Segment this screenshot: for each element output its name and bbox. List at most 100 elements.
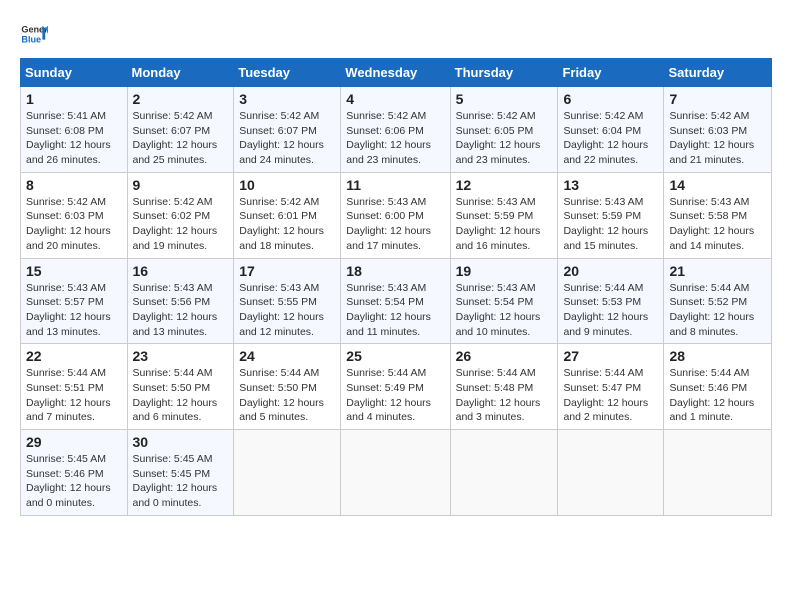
day-number: 11: [346, 177, 444, 193]
day-number: 22: [26, 348, 122, 364]
weekday-header-wednesday: Wednesday: [341, 59, 450, 87]
calendar-cell: 6 Sunrise: 5:42 AMSunset: 6:04 PMDaylight…: [558, 87, 664, 173]
calendar-cell: 8 Sunrise: 5:42 AMSunset: 6:03 PMDaylight…: [21, 172, 128, 258]
day-number: 23: [133, 348, 229, 364]
day-number: 27: [563, 348, 658, 364]
day-info: Sunrise: 5:43 AMSunset: 5:59 PMDaylight:…: [456, 195, 553, 254]
weekday-header-tuesday: Tuesday: [234, 59, 341, 87]
logo: General Blue: [20, 20, 48, 48]
day-info: Sunrise: 5:44 AMSunset: 5:50 PMDaylight:…: [133, 366, 229, 425]
day-info: Sunrise: 5:43 AMSunset: 5:55 PMDaylight:…: [239, 281, 335, 340]
day-number: 13: [563, 177, 658, 193]
day-number: 16: [133, 263, 229, 279]
day-info: Sunrise: 5:43 AMSunset: 5:57 PMDaylight:…: [26, 281, 122, 340]
calendar-week-row: 15 Sunrise: 5:43 AMSunset: 5:57 PMDayligh…: [21, 258, 772, 344]
day-info: Sunrise: 5:42 AMSunset: 6:02 PMDaylight:…: [133, 195, 229, 254]
weekday-header-row: SundayMondayTuesdayWednesdayThursdayFrid…: [21, 59, 772, 87]
calendar-cell: 22Sunrise: 5:44 AMSunset: 5:51 PMDayligh…: [21, 344, 128, 430]
day-number: 9: [133, 177, 229, 193]
calendar-cell: 30 Sunrise: 5:45 AMSunset: 5:45 PMDayligh…: [127, 430, 234, 516]
day-info: Sunrise: 5:42 AMSunset: 6:03 PMDaylight:…: [26, 195, 122, 254]
calendar-cell: 25 Sunrise: 5:44 AMSunset: 5:49 PMDayligh…: [341, 344, 450, 430]
day-info: Sunrise: 5:43 AMSunset: 5:54 PMDaylight:…: [346, 281, 444, 340]
calendar-cell: 5 Sunrise: 5:42 AMSunset: 6:05 PMDaylight…: [450, 87, 558, 173]
day-number: 21: [669, 263, 766, 279]
day-info: Sunrise: 5:42 AMSunset: 6:05 PMDaylight:…: [456, 109, 553, 168]
calendar-cell: 4Sunrise: 5:42 AMSunset: 6:06 PMDaylight…: [341, 87, 450, 173]
day-number: 6: [563, 91, 658, 107]
day-number: 17: [239, 263, 335, 279]
calendar-cell: 27 Sunrise: 5:44 AMSunset: 5:47 PMDayligh…: [558, 344, 664, 430]
logo-icon: General Blue: [20, 20, 48, 48]
calendar-week-row: 29 Sunrise: 5:45 AMSunset: 5:46 PMDayligh…: [21, 430, 772, 516]
svg-text:Blue: Blue: [21, 34, 41, 44]
weekday-header-monday: Monday: [127, 59, 234, 87]
calendar-cell: 13 Sunrise: 5:43 AMSunset: 5:59 PMDayligh…: [558, 172, 664, 258]
calendar-cell: 28 Sunrise: 5:44 AMSunset: 5:46 PMDayligh…: [664, 344, 772, 430]
day-info: Sunrise: 5:43 AMSunset: 5:54 PMDaylight:…: [456, 281, 553, 340]
day-number: 2: [133, 91, 229, 107]
day-info: Sunrise: 5:45 AMSunset: 5:45 PMDaylight:…: [133, 452, 229, 511]
day-number: 10: [239, 177, 335, 193]
day-info: Sunrise: 5:44 AMSunset: 5:52 PMDaylight:…: [669, 281, 766, 340]
day-info: Sunrise: 5:45 AMSunset: 5:46 PMDaylight:…: [26, 452, 122, 511]
calendar-cell: 11 Sunrise: 5:43 AMSunset: 6:00 PMDayligh…: [341, 172, 450, 258]
day-info: Sunrise: 5:44 AMSunset: 5:49 PMDaylight:…: [346, 366, 444, 425]
calendar-cell: 10Sunrise: 5:42 AMSunset: 6:01 PMDayligh…: [234, 172, 341, 258]
calendar-cell: 26 Sunrise: 5:44 AMSunset: 5:48 PMDayligh…: [450, 344, 558, 430]
calendar-cell: 21 Sunrise: 5:44 AMSunset: 5:52 PMDayligh…: [664, 258, 772, 344]
calendar-cell: 29 Sunrise: 5:45 AMSunset: 5:46 PMDayligh…: [21, 430, 128, 516]
day-info: Sunrise: 5:44 AMSunset: 5:48 PMDaylight:…: [456, 366, 553, 425]
day-number: 29: [26, 434, 122, 450]
day-info: Sunrise: 5:44 AMSunset: 5:46 PMDaylight:…: [669, 366, 766, 425]
calendar-cell: 3 Sunrise: 5:42 AMSunset: 6:07 PMDaylight…: [234, 87, 341, 173]
day-number: 8: [26, 177, 122, 193]
day-number: 24: [239, 348, 335, 364]
calendar-cell: [450, 430, 558, 516]
calendar-cell: [341, 430, 450, 516]
calendar-cell: 9 Sunrise: 5:42 AMSunset: 6:02 PMDaylight…: [127, 172, 234, 258]
day-number: 19: [456, 263, 553, 279]
day-number: 1: [26, 91, 122, 107]
day-number: 26: [456, 348, 553, 364]
day-number: 20: [563, 263, 658, 279]
day-number: 15: [26, 263, 122, 279]
calendar-cell: 17 Sunrise: 5:43 AMSunset: 5:55 PMDayligh…: [234, 258, 341, 344]
day-info: Sunrise: 5:43 AMSunset: 5:58 PMDaylight:…: [669, 195, 766, 254]
day-info: Sunrise: 5:43 AMSunset: 5:56 PMDaylight:…: [133, 281, 229, 340]
day-info: Sunrise: 5:44 AMSunset: 5:50 PMDaylight:…: [239, 366, 335, 425]
calendar-table: SundayMondayTuesdayWednesdayThursdayFrid…: [20, 58, 772, 516]
calendar-week-row: 1 Sunrise: 5:41 AMSunset: 6:08 PMDaylight…: [21, 87, 772, 173]
day-info: Sunrise: 5:42 AMSunset: 6:03 PMDaylight:…: [669, 109, 766, 168]
day-number: 5: [456, 91, 553, 107]
day-number: 3: [239, 91, 335, 107]
day-number: 28: [669, 348, 766, 364]
calendar-week-row: 22Sunrise: 5:44 AMSunset: 5:51 PMDayligh…: [21, 344, 772, 430]
day-info: Sunrise: 5:41 AMSunset: 6:08 PMDaylight:…: [26, 109, 122, 168]
day-info: Sunrise: 5:44 AMSunset: 5:53 PMDaylight:…: [563, 281, 658, 340]
calendar-cell: 14Sunrise: 5:43 AMSunset: 5:58 PMDayligh…: [664, 172, 772, 258]
calendar-cell: 2 Sunrise: 5:42 AMSunset: 6:07 PMDaylight…: [127, 87, 234, 173]
calendar-cell: [664, 430, 772, 516]
day-number: 18: [346, 263, 444, 279]
day-info: Sunrise: 5:42 AMSunset: 6:07 PMDaylight:…: [133, 109, 229, 168]
day-info: Sunrise: 5:44 AMSunset: 5:47 PMDaylight:…: [563, 366, 658, 425]
day-number: 30: [133, 434, 229, 450]
calendar-week-row: 8 Sunrise: 5:42 AMSunset: 6:03 PMDaylight…: [21, 172, 772, 258]
calendar-cell: 1 Sunrise: 5:41 AMSunset: 6:08 PMDaylight…: [21, 87, 128, 173]
weekday-header-friday: Friday: [558, 59, 664, 87]
calendar-cell: 16 Sunrise: 5:43 AMSunset: 5:56 PMDayligh…: [127, 258, 234, 344]
calendar-cell: 15 Sunrise: 5:43 AMSunset: 5:57 PMDayligh…: [21, 258, 128, 344]
calendar-cell: 19 Sunrise: 5:43 AMSunset: 5:54 PMDayligh…: [450, 258, 558, 344]
day-info: Sunrise: 5:43 AMSunset: 6:00 PMDaylight:…: [346, 195, 444, 254]
calendar-cell: [234, 430, 341, 516]
day-info: Sunrise: 5:42 AMSunset: 6:04 PMDaylight:…: [563, 109, 658, 168]
weekday-header-saturday: Saturday: [664, 59, 772, 87]
calendar-cell: 7Sunrise: 5:42 AMSunset: 6:03 PMDaylight…: [664, 87, 772, 173]
day-info: Sunrise: 5:43 AMSunset: 5:59 PMDaylight:…: [563, 195, 658, 254]
calendar-cell: [558, 430, 664, 516]
day-number: 25: [346, 348, 444, 364]
day-number: 12: [456, 177, 553, 193]
calendar-cell: 20 Sunrise: 5:44 AMSunset: 5:53 PMDayligh…: [558, 258, 664, 344]
day-info: Sunrise: 5:42 AMSunset: 6:07 PMDaylight:…: [239, 109, 335, 168]
